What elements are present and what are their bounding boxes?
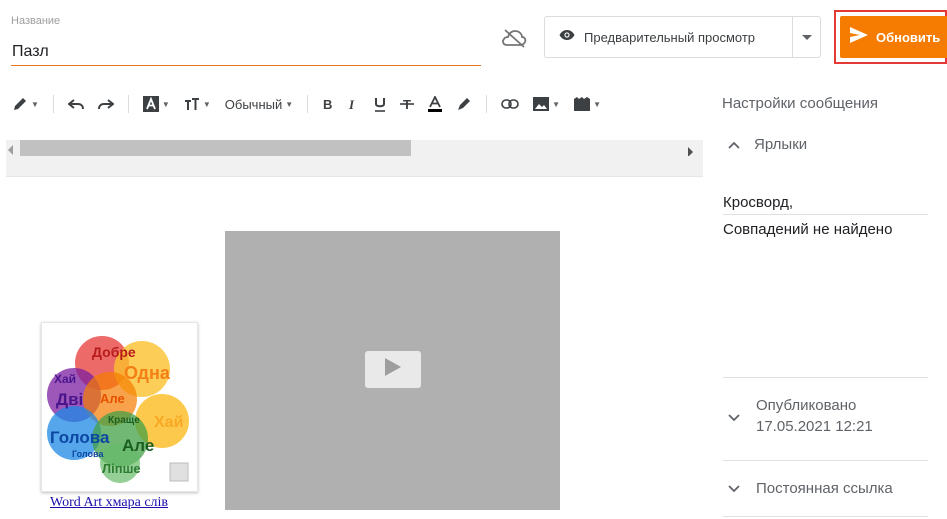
play-button[interactable] [365,351,421,388]
film-icon [574,97,591,111]
wordart-word: Лiпше [102,461,141,476]
eye-icon [559,28,575,46]
font-button[interactable]: ▼ [142,92,170,116]
wordart-word: Хай [54,372,76,386]
compose-mode-button[interactable]: ▼ [12,92,39,116]
wordart-word: Одна [124,363,171,383]
wordart-word: Але [100,391,125,406]
undo-button[interactable] [67,92,84,116]
editor-toolbar: ▼ ▼ ▼ Обычный ▼ B I T ▼ ▼ [0,88,706,120]
paragraph-style-dropdown[interactable]: Обычный ▼ [225,92,293,116]
undo-icon [67,98,84,110]
labels-section-toggle[interactable]: Ярлыки [728,136,807,153]
published-label: Опубликовано [756,397,857,414]
toolbar-separator [52,95,54,113]
wordart-word: Дві [56,390,83,409]
redo-icon [97,98,114,110]
paragraph-style-label: Обычный [224,96,283,112]
insert-image-button[interactable]: ▼ [533,92,560,116]
scrollbar-thumb[interactable] [20,140,411,156]
caret-down-icon: ▼ [202,99,211,109]
chevron-down-icon [728,480,740,497]
text-color-icon [428,96,443,112]
wordart-word: Добре [92,344,136,360]
editor-top-bar [6,156,703,177]
preview-split-button: Предварительный просмотр [544,16,821,58]
published-date: 17.05.2021 12:21 [756,418,873,435]
settings-title: Настройки сообщения [722,95,878,112]
italic-button[interactable]: I [348,92,360,116]
labels-input-underline [723,214,928,215]
font-size-icon [184,97,200,111]
font-size-button[interactable]: ▼ [184,92,211,116]
font-icon [142,96,159,112]
wordart-word: Але [122,436,154,455]
caret-down-icon: ▼ [161,99,170,109]
bold-button[interactable]: B [322,92,334,116]
wordart-word: Голова [72,449,104,459]
image-icon [533,97,550,111]
preview-button[interactable]: Предварительный просмотр [545,17,793,57]
toolbar-separator [486,95,488,113]
wordart-caption-link[interactable]: Word Art хмара слів [50,495,168,511]
wordart-word: Краще [108,415,140,426]
caret-down-icon: ▼ [552,99,561,109]
section-divider [723,460,928,461]
svg-text:B: B [323,97,332,111]
highlight-button[interactable] [456,92,472,116]
wordart-word: Хай [154,414,183,431]
wordart-image[interactable]: Добре Хай Одна Дві Але Голова Краще Хай … [41,322,198,492]
link-icon [501,99,519,109]
toolbar-separator [127,95,129,113]
underline-button[interactable] [374,92,386,116]
marker-icon [456,96,472,112]
wordart-word: Голова [50,428,110,447]
title-input[interactable] [11,38,481,66]
toolbar-separator [307,95,309,113]
permalink-section-toggle[interactable]: Постоянная ссылка [728,480,893,497]
play-icon [385,358,401,381]
update-label: Обновить [876,29,941,45]
cloud-off-icon [500,27,528,49]
strikethrough-button[interactable]: T [400,92,415,116]
preview-label: Предварительный просмотр [584,29,756,45]
section-divider [723,377,928,378]
svg-text:I: I [348,97,355,111]
caret-down-icon: ▼ [31,99,39,109]
section-divider [723,516,928,517]
labels-input[interactable]: Кросворд, [723,194,793,211]
insert-video-button[interactable]: ▼ [574,92,601,116]
underline-icon [374,97,386,112]
link-button[interactable] [501,92,519,116]
send-icon [850,26,868,48]
labels-section-title: Ярлыки [754,136,808,153]
text-color-button[interactable] [428,92,443,116]
italic-icon: I [348,97,360,111]
caret-down-icon: ▼ [593,99,601,109]
preview-dropdown-button[interactable] [793,17,820,57]
title-label: Название [11,15,61,27]
permalink-label: Постоянная ссылка [756,480,893,497]
caret-down-icon [801,28,812,46]
no-match-message: Совпадений не найдено [723,221,893,238]
published-section-toggle[interactable]: Опубликовано 17.05.2021 12:21 [728,396,873,438]
bold-icon: B [322,97,334,111]
strikethrough-icon: T [400,97,415,111]
pencil-icon [12,96,28,112]
chevron-down-icon [728,409,740,427]
caret-down-icon: ▼ [285,99,294,109]
chevron-up-icon [728,136,740,153]
update-button[interactable]: Обновить [840,16,947,58]
redo-button[interactable] [97,92,114,116]
